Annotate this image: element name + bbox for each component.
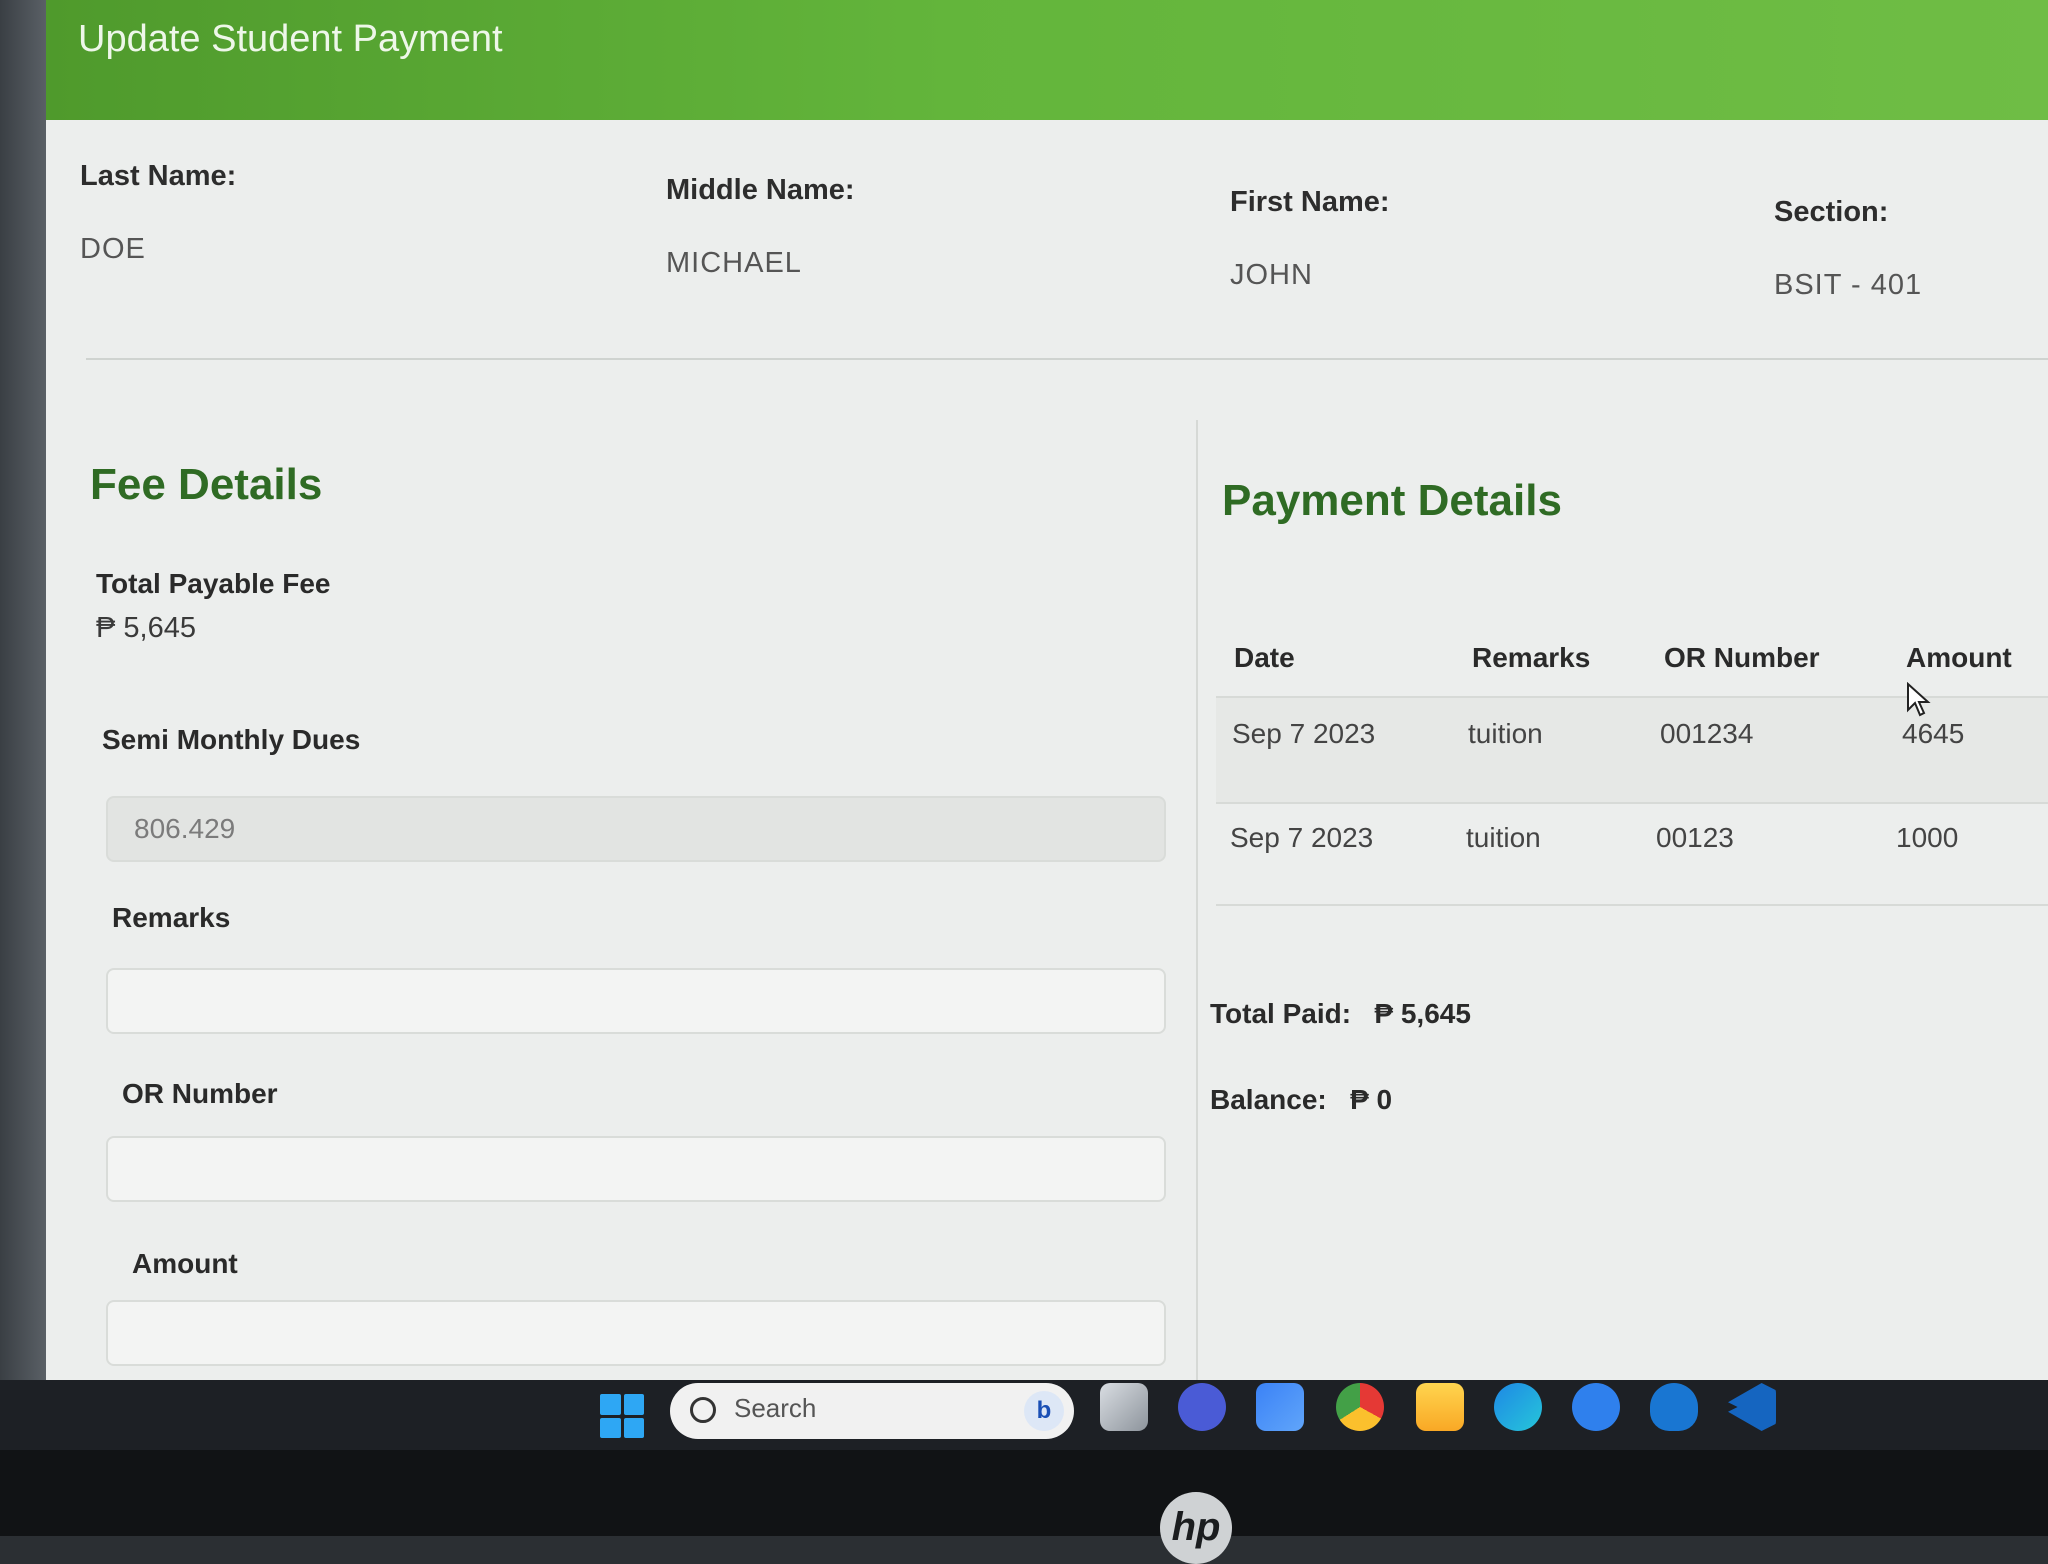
header-divider <box>86 358 2048 360</box>
table-row-line <box>1216 802 2048 804</box>
remarks-input[interactable] <box>106 968 1166 1034</box>
or-number-input[interactable] <box>106 1136 1166 1202</box>
payment-details-title: Payment Details <box>1222 476 1562 525</box>
row1-or-number: 001234 <box>1660 718 1754 749</box>
first-name-label: First Name: <box>1230 186 1390 218</box>
mouse-cursor-icon <box>1907 682 1931 717</box>
col-header-amount: Amount <box>1906 642 2012 673</box>
edge-icon[interactable] <box>1494 1383 1542 1431</box>
balance: Balance: ₱ 0 <box>1210 1084 1392 1116</box>
hp-logo: hp <box>1160 1492 1232 1564</box>
row2-remarks: tuition <box>1466 822 1541 853</box>
col-header-date: Date <box>1234 642 1295 673</box>
row1-remarks: tuition <box>1468 718 1543 749</box>
chrome-icon[interactable] <box>1336 1383 1384 1431</box>
bing-icon[interactable]: b <box>1024 1391 1064 1431</box>
section-field: Section: BSIT - 401 <box>1774 196 1922 302</box>
task-view-icon[interactable] <box>1100 1383 1148 1431</box>
meet-icon[interactable] <box>1178 1383 1226 1431</box>
balance-label: Balance: <box>1210 1084 1327 1115</box>
fee-details-title: Fee Details <box>90 460 323 509</box>
total-payable-value: ₱ 5,645 <box>96 612 196 644</box>
last-name-value: DOE <box>80 233 146 265</box>
first-name-field: First Name: JOHN <box>1230 186 1390 292</box>
row2-or-number: 00123 <box>1656 822 1734 853</box>
amount-input[interactable] <box>106 1300 1166 1366</box>
last-name-label: Last Name: <box>80 160 237 192</box>
app-icon[interactable] <box>1650 1383 1698 1431</box>
page-header: Update Student Payment <box>46 0 2048 120</box>
row2-amount: 1000 <box>1896 822 1959 853</box>
middle-name-value: MICHAEL <box>666 247 802 279</box>
first-name-value: JOHN <box>1230 259 1313 291</box>
file-explorer-icon[interactable] <box>1416 1383 1464 1431</box>
screen-bezel-left <box>0 0 46 1380</box>
search-placeholder: Search <box>734 1393 817 1423</box>
column-divider <box>1196 420 1198 1380</box>
table-bottom-line <box>1216 904 2048 906</box>
section-value: BSIT - 401 <box>1774 269 1923 301</box>
amount-label: Amount <box>132 1248 238 1279</box>
remarks-label: Remarks <box>112 902 231 933</box>
store-icon[interactable] <box>1256 1383 1304 1431</box>
last-name-field: Last Name: DOE <box>80 160 236 266</box>
help-icon[interactable] <box>1572 1383 1620 1431</box>
total-paid: Total Paid: ₱ 5,645 <box>1210 998 1471 1030</box>
or-number-label: OR Number <box>122 1078 278 1109</box>
middle-name-label: Middle Name: <box>666 174 855 206</box>
start-icon[interactable] <box>600 1394 644 1438</box>
taskbar-search[interactable]: Search b <box>670 1383 1074 1439</box>
total-payable-label: Total Payable Fee <box>96 568 331 599</box>
balance-value: ₱ 0 <box>1350 1084 1393 1115</box>
total-paid-value: ₱ 5,645 <box>1374 998 1471 1029</box>
row1-date: Sep 7 2023 <box>1232 718 1376 749</box>
section-label: Section: <box>1774 196 1889 228</box>
page-title: Update Student Payment <box>78 18 503 60</box>
student-name-row: Last Name: DOE Middle Name: MICHAEL Firs… <box>46 150 2048 370</box>
laptop-bezel-bottom <box>0 1450 2048 1536</box>
row2-date: Sep 7 2023 <box>1230 822 1374 853</box>
total-paid-label: Total Paid: <box>1210 998 1352 1029</box>
middle-name-field: Middle Name: MICHAEL <box>666 174 855 280</box>
search-icon <box>690 1397 716 1424</box>
app-window: Update Student Payment Last Name: DOE Mi… <box>46 0 2048 1380</box>
col-header-or-number: OR Number <box>1664 642 1820 673</box>
semi-monthly-dues-input[interactable] <box>106 796 1166 862</box>
semi-monthly-label: Semi Monthly Dues <box>102 724 361 755</box>
col-header-remarks: Remarks <box>1472 642 1591 673</box>
row1-amount: 4645 <box>1902 718 1965 749</box>
